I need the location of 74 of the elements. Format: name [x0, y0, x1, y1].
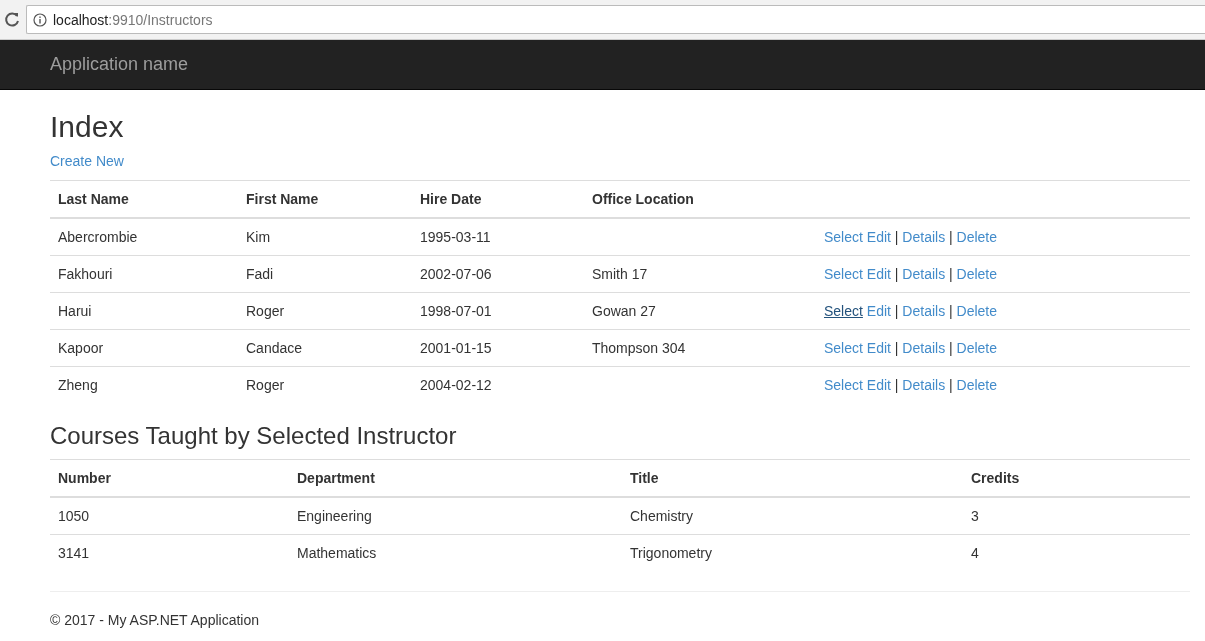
- table-cell: 2004-02-12: [412, 366, 584, 403]
- separator: |: [949, 229, 953, 245]
- create-new-link[interactable]: Create New: [50, 153, 124, 169]
- action-link[interactable]: Select: [824, 303, 863, 319]
- table-cell: Chemistry: [622, 497, 963, 535]
- table-cell: Harui: [50, 292, 238, 330]
- action-link[interactable]: Details: [902, 340, 946, 356]
- table-cell: Kim: [238, 218, 412, 256]
- table-cell: Thompson 304: [584, 329, 816, 367]
- action-link[interactable]: Details: [902, 266, 946, 282]
- table-cell: Trigonometry: [622, 534, 963, 572]
- table-cell: 2002-07-06: [412, 255, 584, 293]
- table-cell: 2001-01-15: [412, 329, 584, 367]
- action-link[interactable]: Details: [902, 377, 946, 393]
- brand-link[interactable]: Application name: [50, 54, 189, 75]
- table-cell: 1050: [50, 497, 289, 535]
- separator: |: [894, 229, 899, 245]
- reload-icon[interactable]: [4, 11, 20, 28]
- column-header: Last Name: [50, 180, 238, 218]
- action-link[interactable]: Details: [902, 229, 946, 245]
- table-cell: Smith 17: [584, 255, 816, 293]
- table-cell: Roger: [238, 366, 412, 403]
- separator: |: [894, 266, 899, 282]
- action-link[interactable]: Edit: [866, 229, 891, 245]
- table-cell: Abercrombie: [50, 218, 238, 256]
- table-cell: Engineering: [289, 497, 622, 535]
- action-link[interactable]: Select: [824, 377, 863, 393]
- table-cell: 1995-03-11: [412, 218, 584, 256]
- url-path: :9910/Instructors: [108, 11, 213, 28]
- action-link[interactable]: Edit: [866, 266, 891, 282]
- table-cell: Zheng: [50, 366, 238, 403]
- action-link[interactable]: Select: [824, 229, 863, 245]
- table-cell: 3: [963, 497, 1190, 535]
- action-link[interactable]: Delete: [956, 303, 998, 319]
- info-icon[interactable]: [33, 12, 47, 27]
- column-header: Title: [622, 459, 963, 498]
- footer-text: © 2017 - My ASP.NET Application: [50, 612, 261, 629]
- table-cell: Kapoor: [50, 329, 238, 367]
- column-header: Department: [289, 459, 622, 498]
- action-link[interactable]: Select: [824, 266, 863, 282]
- table-cell: Roger: [238, 292, 412, 330]
- action-link[interactable]: Delete: [956, 266, 998, 282]
- table-cell: Candace: [238, 329, 412, 367]
- separator: |: [949, 377, 953, 393]
- action-link[interactable]: Select: [824, 340, 863, 356]
- url-host: localhost: [53, 11, 109, 28]
- table-cell: 1998-07-01: [412, 292, 584, 330]
- separator: |: [894, 303, 899, 319]
- separator: |: [894, 340, 899, 356]
- table-cell: 3141: [50, 534, 289, 572]
- separator: |: [894, 377, 899, 393]
- table-cell: 4: [963, 534, 1190, 572]
- separator: |: [949, 266, 953, 282]
- table-cell: Mathematics: [289, 534, 622, 572]
- action-link[interactable]: Delete: [956, 229, 998, 245]
- column-header: First Name: [238, 180, 412, 218]
- page-title: Index: [50, 110, 125, 143]
- separator: |: [949, 340, 953, 356]
- separator: |: [949, 303, 953, 319]
- action-link[interactable]: Delete: [956, 377, 998, 393]
- column-header: Credits: [963, 459, 1190, 498]
- action-link[interactable]: Delete: [956, 340, 998, 356]
- table-cell: Fakhouri: [50, 255, 238, 293]
- column-header: Hire Date: [412, 180, 584, 218]
- table-cell: Gowan 27: [584, 292, 816, 330]
- action-link[interactable]: Edit: [866, 340, 891, 356]
- action-link[interactable]: Edit: [866, 303, 891, 319]
- column-header: Number: [50, 459, 289, 498]
- section-title: Courses Taught by Selected Instructor: [50, 423, 458, 450]
- table-cell: Fadi: [238, 255, 412, 293]
- action-link[interactable]: Edit: [866, 377, 891, 393]
- action-link[interactable]: Details: [902, 303, 946, 319]
- column-header: Office Location: [584, 180, 816, 218]
- address-bar[interactable]: localhost:9910/Instructors: [26, 5, 1205, 34]
